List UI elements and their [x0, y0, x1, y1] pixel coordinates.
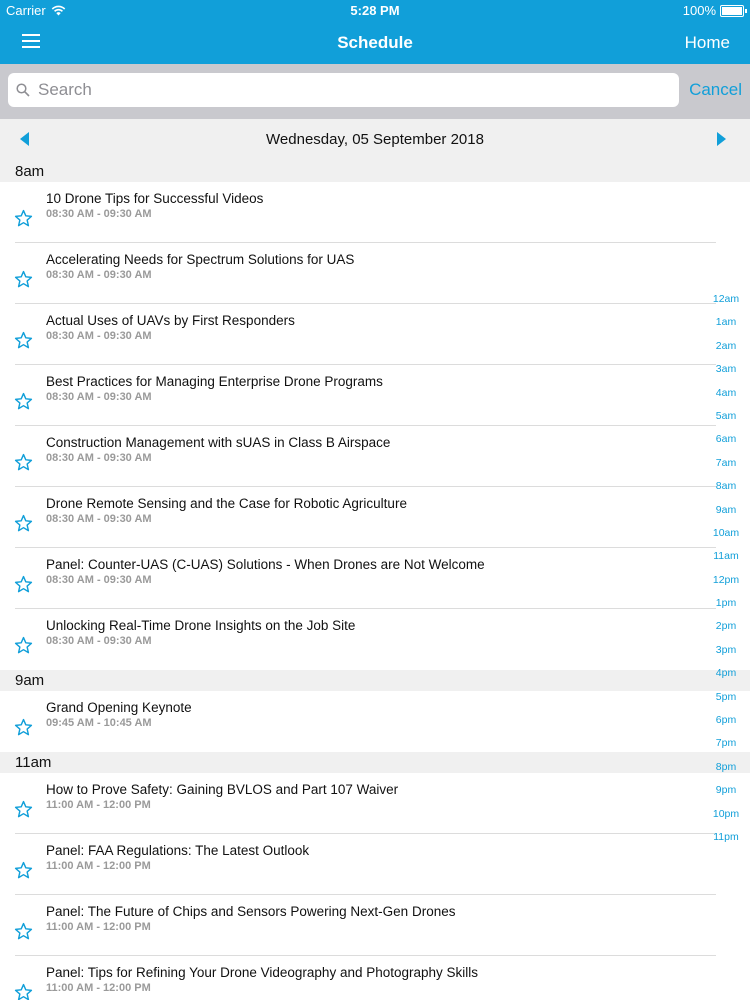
- hour-index-item[interactable]: 3am: [706, 363, 746, 386]
- next-day-arrow-icon[interactable]: [717, 132, 726, 146]
- navigation-bar: Schedule Home: [0, 22, 750, 64]
- session-row[interactable]: Panel: The Future of Chips and Sensors P…: [0, 895, 750, 956]
- favorite-star-icon[interactable]: [14, 514, 33, 533]
- section-header: 9am: [0, 670, 750, 691]
- session-title: Accelerating Needs for Spectrum Solution…: [46, 252, 355, 267]
- favorite-star-icon[interactable]: [14, 800, 33, 819]
- favorite-star-icon[interactable]: [14, 331, 33, 350]
- session-time: 11:00 AM - 12:00 PM: [46, 860, 151, 872]
- current-date: Wednesday, 05 September 2018: [266, 131, 484, 148]
- favorite-star-icon[interactable]: [14, 392, 33, 411]
- session-row[interactable]: Accelerating Needs for Spectrum Solution…: [0, 243, 750, 304]
- section-header: 11am: [0, 752, 750, 773]
- favorite-star-icon[interactable]: [14, 636, 33, 655]
- hour-index-item[interactable]: 11am: [706, 550, 746, 573]
- hour-index-item[interactable]: 11pm: [706, 831, 746, 854]
- date-navigator: Wednesday, 05 September 2018: [0, 119, 750, 161]
- session-row[interactable]: Panel: Tips for Refining Your Drone Vide…: [0, 956, 750, 1000]
- hour-index-item[interactable]: 1pm: [706, 597, 746, 620]
- session-time: 08:30 AM - 09:30 AM: [46, 208, 152, 220]
- hour-index-item[interactable]: 12pm: [706, 574, 746, 597]
- cancel-button[interactable]: Cancel: [689, 80, 742, 100]
- session-time: 11:00 AM - 12:00 PM: [46, 799, 151, 811]
- session-row[interactable]: Unlocking Real-Time Drone Insights on th…: [0, 609, 750, 670]
- search-icon: [16, 83, 30, 97]
- favorite-star-icon[interactable]: [14, 922, 33, 941]
- favorite-star-icon[interactable]: [14, 575, 33, 594]
- session-row[interactable]: Panel: FAA Regulations: The Latest Outlo…: [0, 834, 750, 895]
- hour-index-item[interactable]: 7pm: [706, 737, 746, 760]
- hour-index-item[interactable]: 4am: [706, 387, 746, 410]
- section-header: 8am: [0, 161, 750, 182]
- hour-index-item[interactable]: 6pm: [706, 714, 746, 737]
- hour-index-item[interactable]: 8am: [706, 480, 746, 503]
- session-row[interactable]: How to Prove Safety: Gaining BVLOS and P…: [0, 773, 750, 834]
- session-title: Best Practices for Managing Enterprise D…: [46, 374, 383, 389]
- session-title: Panel: FAA Regulations: The Latest Outlo…: [46, 843, 310, 858]
- hour-index-item[interactable]: 10pm: [706, 808, 746, 831]
- session-time: 08:30 AM - 09:30 AM: [46, 452, 152, 464]
- hour-index-item[interactable]: 12am: [706, 293, 746, 316]
- session-time: 08:30 AM - 09:30 AM: [46, 574, 152, 586]
- session-time: 11:00 AM - 12:00 PM: [46, 982, 151, 994]
- hour-index-item[interactable]: 5am: [706, 410, 746, 433]
- hour-index-item[interactable]: 9pm: [706, 784, 746, 807]
- favorite-star-icon[interactable]: [14, 983, 33, 1000]
- session-time: 08:30 AM - 09:30 AM: [46, 513, 152, 525]
- session-time: 08:30 AM - 09:30 AM: [46, 635, 152, 647]
- hour-index-item[interactable]: 2pm: [706, 620, 746, 643]
- hour-index-item[interactable]: 10am: [706, 527, 746, 550]
- battery-percent: 100%: [682, 3, 716, 18]
- session-time: 08:30 AM - 09:30 AM: [46, 391, 152, 403]
- session-time: 08:30 AM - 09:30 AM: [46, 330, 152, 342]
- status-bar: Carrier 5:28 PM 100%: [0, 0, 750, 22]
- home-button[interactable]: Home: [685, 33, 730, 53]
- session-title: Panel: Counter-UAS (C-UAS) Solutions - W…: [46, 557, 485, 572]
- session-title: Unlocking Real-Time Drone Insights on th…: [46, 618, 356, 633]
- session-time: 08:30 AM - 09:30 AM: [46, 269, 152, 281]
- hour-index-item[interactable]: 9am: [706, 504, 746, 527]
- battery-icon: [720, 4, 747, 17]
- hour-index-item[interactable]: 1am: [706, 316, 746, 339]
- hour-index-item[interactable]: 3pm: [706, 644, 746, 667]
- favorite-star-icon[interactable]: [14, 861, 33, 880]
- session-row[interactable]: Best Practices for Managing Enterprise D…: [0, 365, 750, 426]
- favorite-star-icon[interactable]: [14, 270, 33, 289]
- hour-index[interactable]: 12am 1am 2am 3am 4am 5am 6am 7am 8am 9am…: [706, 293, 746, 854]
- session-title: How to Prove Safety: Gaining BVLOS and P…: [46, 782, 399, 797]
- session-title: Drone Remote Sensing and the Case for Ro…: [46, 496, 407, 511]
- session-row[interactable]: Drone Remote Sensing and the Case for Ro…: [0, 487, 750, 548]
- session-time: 11:00 AM - 12:00 PM: [46, 921, 151, 933]
- session-list[interactable]: 8am 10 Drone Tips for Successful Videos …: [0, 161, 750, 1000]
- page-title: Schedule: [337, 33, 413, 52]
- favorite-star-icon[interactable]: [14, 209, 33, 228]
- session-title: Panel: The Future of Chips and Sensors P…: [46, 904, 456, 919]
- favorite-star-icon[interactable]: [14, 453, 33, 472]
- session-row[interactable]: Actual Uses of UAVs by First Responders …: [0, 304, 750, 365]
- hour-index-item[interactable]: 6am: [706, 433, 746, 456]
- session-title: Construction Management with sUAS in Cla…: [46, 435, 391, 450]
- session-title: Panel: Tips for Refining Your Drone Vide…: [46, 965, 479, 980]
- search-box[interactable]: [8, 73, 679, 107]
- session-title: 10 Drone Tips for Successful Videos: [46, 191, 264, 206]
- session-row[interactable]: Grand Opening Keynote 09:45 AM - 10:45 A…: [0, 691, 750, 752]
- session-title: Grand Opening Keynote: [46, 700, 192, 715]
- favorite-star-icon[interactable]: [14, 718, 33, 737]
- hour-index-item[interactable]: 8pm: [706, 761, 746, 784]
- search-bar: Cancel: [0, 64, 750, 119]
- battery-info: 100%: [682, 3, 747, 18]
- session-row[interactable]: 10 Drone Tips for Successful Videos 08:3…: [0, 182, 750, 243]
- status-time: 5:28 PM: [350, 3, 400, 18]
- hour-index-item[interactable]: 7am: [706, 457, 746, 480]
- search-input[interactable]: [36, 79, 660, 101]
- session-title: Actual Uses of UAVs by First Responders: [46, 313, 295, 328]
- session-row[interactable]: Panel: Counter-UAS (C-UAS) Solutions - W…: [0, 548, 750, 609]
- session-time: 09:45 AM - 10:45 AM: [46, 717, 152, 729]
- hour-index-item[interactable]: 5pm: [706, 691, 746, 714]
- hour-index-item[interactable]: 2am: [706, 340, 746, 363]
- hour-index-item[interactable]: 4pm: [706, 667, 746, 690]
- session-row[interactable]: Construction Management with sUAS in Cla…: [0, 426, 750, 487]
